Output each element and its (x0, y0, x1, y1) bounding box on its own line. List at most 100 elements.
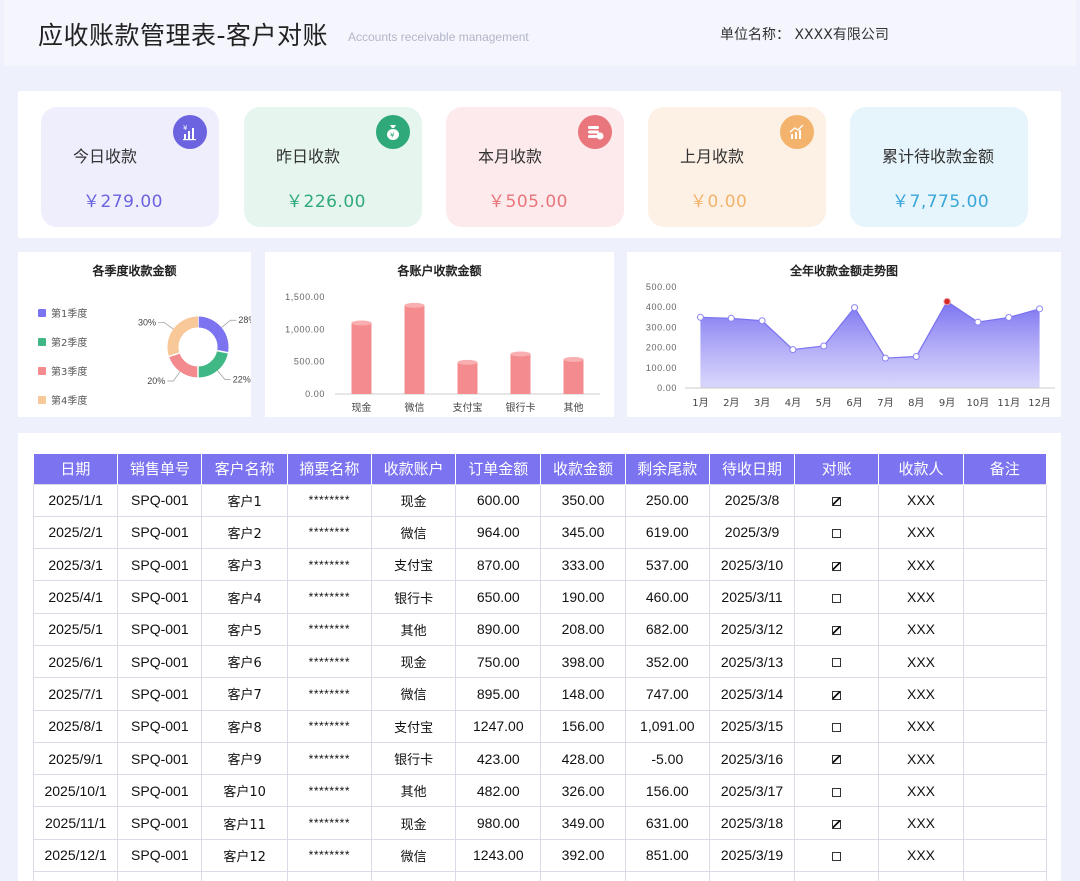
table-cell[interactable]: 1247.00 (455, 709, 542, 743)
reconcile-checkbox[interactable] (832, 593, 842, 603)
reconcile-checkbox[interactable] (832, 755, 842, 765)
table-cell[interactable]: 350.00 (540, 483, 626, 517)
table-cell[interactable] (794, 548, 880, 582)
column-header[interactable]: 收款人 (878, 454, 964, 484)
table-cell[interactable]: 微信 (370, 677, 457, 711)
reconcile-checkbox[interactable] (832, 852, 842, 862)
table-cell[interactable] (794, 483, 880, 517)
table-cell[interactable]: XXX (878, 806, 964, 840)
table-cell[interactable]: 428.00 (540, 741, 626, 776)
table-cell[interactable]: 支付宝 (370, 709, 457, 743)
table-cell[interactable]: 客户6 (201, 644, 288, 679)
table-cell[interactable]: 895.00 (455, 677, 542, 711)
table-cell[interactable]: 客户3 (201, 548, 288, 582)
table-cell[interactable]: 1243.00 (455, 838, 542, 873)
table-cell[interactable]: 482.00 (455, 774, 542, 808)
table-cell[interactable]: XXX (878, 612, 964, 646)
table-cell[interactable]: 客户12 (201, 838, 288, 873)
table-cell[interactable]: 2025/12/1 (32, 838, 119, 873)
table-cell[interactable]: 352.00 (624, 644, 710, 679)
table-cell[interactable]: ******** (286, 741, 372, 776)
table-cell[interactable] (962, 871, 1048, 881)
table-cell[interactable] (794, 644, 880, 679)
table-cell[interactable]: SPQ-001 (117, 580, 203, 614)
table-cell[interactable]: XXX (878, 677, 964, 711)
table-cell[interactable]: ******** (286, 515, 372, 550)
table-cell[interactable]: SPQ-001 (117, 548, 203, 582)
table-cell[interactable]: 537.00 (624, 548, 710, 582)
table-cell[interactable]: 208.00 (540, 612, 626, 646)
table-cell[interactable]: 423.00 (455, 741, 542, 776)
table-cell[interactable]: 现金 (370, 806, 457, 840)
table-cell[interactable]: 2025/11/1 (32, 806, 119, 840)
reconcile-checkbox[interactable] (832, 723, 842, 733)
table-cell[interactable]: ******** (286, 548, 372, 582)
table-cell[interactable] (962, 741, 1048, 776)
table-cell[interactable] (540, 871, 626, 881)
table-cell[interactable] (962, 580, 1048, 614)
table-cell[interactable] (962, 548, 1048, 582)
table-cell[interactable]: 250.00 (624, 483, 710, 517)
table-cell[interactable]: 2025/10/1 (32, 774, 119, 808)
table-cell[interactable]: SPQ-001 (117, 774, 203, 808)
table-cell[interactable]: ******** (286, 612, 372, 646)
table-cell[interactable]: 2025/4/1 (32, 580, 119, 614)
table-cell[interactable]: -5.00 (624, 741, 710, 776)
reconcile-checkbox[interactable] (832, 690, 842, 700)
reconcile-checkbox[interactable] (832, 561, 842, 571)
table-cell[interactable] (794, 806, 880, 840)
table-cell[interactable] (962, 677, 1048, 711)
table-cell[interactable] (624, 871, 710, 881)
table-cell[interactable]: 2025/3/18 (708, 806, 796, 840)
table-cell[interactable]: ******** (286, 677, 372, 711)
table-cell[interactable]: 2025/2/1 (32, 515, 119, 550)
table-cell[interactable]: 微信 (370, 515, 457, 550)
table-cell[interactable]: XXX (878, 838, 964, 873)
table-cell[interactable]: 2025/1/1 (32, 483, 119, 517)
table-cell[interactable]: ******** (286, 709, 372, 743)
table-cell[interactable]: 客户9 (201, 741, 288, 776)
table-cell[interactable]: XXX (878, 644, 964, 679)
table-cell[interactable] (286, 871, 372, 881)
table-cell[interactable] (794, 612, 880, 646)
table-cell[interactable]: 2025/7/1 (32, 677, 119, 711)
column-header[interactable]: 摘要名称 (287, 454, 372, 484)
table-cell[interactable] (117, 871, 203, 881)
table-cell[interactable]: ******** (286, 644, 372, 679)
reconcile-checkbox[interactable] (832, 626, 842, 636)
table-cell[interactable]: 619.00 (624, 515, 710, 550)
table-cell[interactable]: 客户7 (201, 677, 288, 711)
table-cell[interactable]: 148.00 (540, 677, 626, 711)
table-cell[interactable] (962, 612, 1048, 646)
table-cell[interactable]: 支付宝 (370, 548, 457, 582)
table-cell[interactable]: 345.00 (540, 515, 626, 550)
table-cell[interactable]: SPQ-001 (117, 677, 203, 711)
column-header[interactable]: 剩余尾款 (625, 454, 710, 484)
table-cell[interactable] (962, 838, 1048, 873)
table-cell[interactable]: 156.00 (540, 709, 626, 743)
table-cell[interactable]: SPQ-001 (117, 806, 203, 840)
table-cell[interactable]: 客户1 (201, 483, 288, 517)
table-cell[interactable] (794, 515, 880, 550)
reconcile-checkbox[interactable] (832, 529, 842, 539)
column-header[interactable]: 订单金额 (455, 454, 542, 484)
table-cell[interactable]: 客户10 (201, 774, 288, 808)
table-cell[interactable]: 2025/3/14 (708, 677, 796, 711)
table-cell[interactable]: SPQ-001 (117, 838, 203, 873)
table-cell[interactable]: SPQ-001 (117, 709, 203, 743)
column-header[interactable]: 销售单号 (117, 454, 203, 484)
table-cell[interactable] (794, 871, 880, 881)
table-cell[interactable]: SPQ-001 (117, 644, 203, 679)
table-cell[interactable]: 747.00 (624, 677, 710, 711)
table-cell[interactable] (201, 871, 288, 881)
reconcile-checkbox[interactable] (832, 819, 842, 829)
table-cell[interactable] (794, 677, 880, 711)
table-cell[interactable]: 650.00 (455, 580, 542, 614)
table-cell[interactable]: 2025/3/10 (708, 548, 796, 582)
table-cell[interactable]: 现金 (370, 644, 457, 679)
table-cell[interactable]: 631.00 (624, 806, 710, 840)
table-cell[interactable]: 851.00 (624, 838, 710, 873)
table-cell[interactable]: 2025/5/1 (32, 612, 119, 646)
table-cell[interactable]: 2025/3/17 (708, 774, 796, 808)
table-cell[interactable]: 392.00 (540, 838, 626, 873)
